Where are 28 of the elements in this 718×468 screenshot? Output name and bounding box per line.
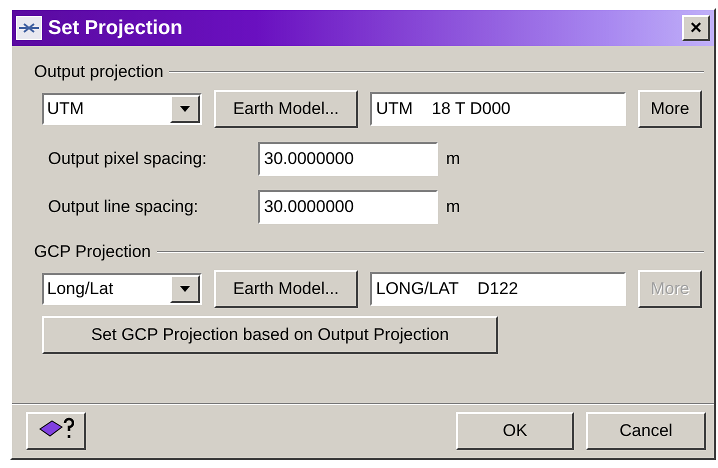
cancel-button[interactable]: Cancel: [586, 412, 706, 450]
section-heading: Output projection: [34, 62, 164, 82]
window-title: Set Projection: [48, 16, 184, 40]
projection-dropdown[interactable]: Long/Lat: [42, 273, 202, 305]
unit-label: m: [446, 197, 460, 217]
caret-icon: [180, 106, 190, 112]
field-label: Output pixel spacing:: [48, 149, 208, 169]
more-button[interactable]: More: [638, 90, 702, 128]
close-button[interactable]: ×: [682, 15, 710, 41]
help-book-icon: [38, 416, 74, 440]
dropdown-arrow-button[interactable]: [170, 95, 200, 123]
earth-model-button[interactable]: Earth Model...: [214, 270, 358, 308]
projection-field[interactable]: UTM 18 T D000: [370, 92, 626, 126]
field-label: Output line spacing:: [48, 197, 200, 217]
spacing-field[interactable]: 30.0000000: [258, 142, 438, 176]
help-button[interactable]: [26, 412, 86, 450]
caret-icon: [180, 286, 190, 292]
earth-model-button[interactable]: Earth Model...: [214, 90, 358, 128]
dropdown-value: Long/Lat: [46, 279, 114, 299]
ok-button[interactable]: OK: [456, 412, 574, 450]
section-heading: GCP Projection: [34, 242, 151, 262]
projection-field[interactable]: LONG/LAT D122: [370, 272, 626, 306]
unit-label: m: [446, 149, 460, 169]
spacing-field[interactable]: 30.0000000: [258, 190, 438, 224]
set-gcp-projection-button[interactable]: Set GCP Projection based on Output Projection: [42, 316, 498, 354]
dropdown-value: UTM: [46, 99, 85, 119]
projection-dropdown[interactable]: UTM: [42, 93, 202, 125]
dropdown-arrow-button[interactable]: [170, 275, 200, 303]
